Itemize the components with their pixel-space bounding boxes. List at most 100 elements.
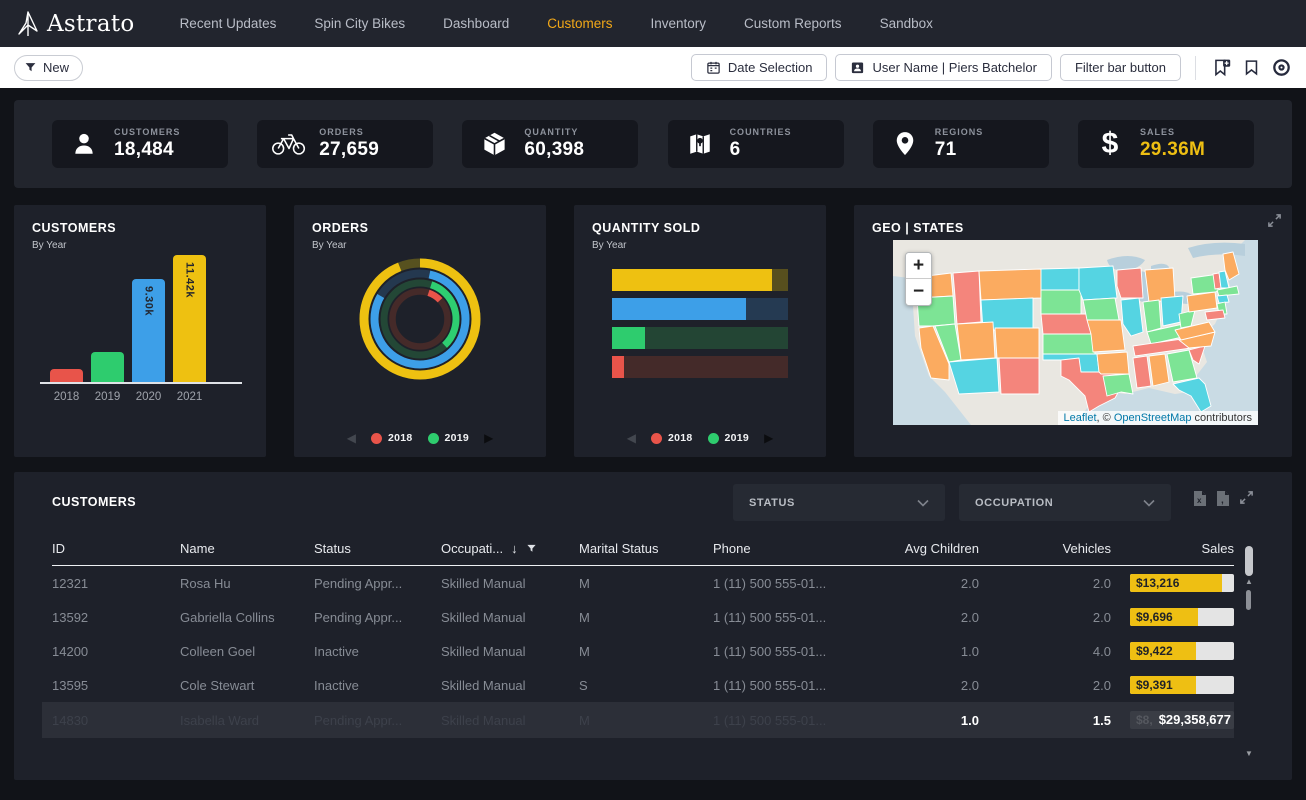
table-row[interactable]: 13595 Cole Stewart Inactive Skilled Manu… [52,668,1234,702]
col-header-avg-children[interactable]: Avg Children [871,541,979,556]
kpi-value: 60,398 [524,139,584,161]
table-row[interactable]: 12321 Rosa Hu Pending Appr... Skilled Ma… [52,566,1234,600]
dollar-icon: $ [1092,129,1128,159]
table-row[interactable]: 13592 Gabriella Collins Pending Appr... … [52,600,1234,634]
package-icon [476,130,512,158]
map-attribution: Leaflet, © OpenStreetMap contributors [1058,411,1259,425]
col-header-phone[interactable]: Phone [713,541,871,556]
filter-bar-label: Filter bar button [1075,60,1166,75]
bookmark-add-icon[interactable] [1210,57,1232,79]
kpi-sales: $ SALES 29.36M [1078,120,1254,168]
col-header-marital-status[interactable]: Marital Status [579,541,713,556]
nav-item-sandbox[interactable]: Sandbox [861,16,952,31]
hbar-2020[interactable] [612,298,788,320]
chart-legend: ◀ 2018 2019 ▶ [294,432,546,444]
kpi-value: 71 [935,139,984,161]
new-filter-button[interactable]: New [14,55,83,81]
x-tick: 2018 [50,391,83,403]
bar-2018[interactable] [50,369,83,382]
col-header-name[interactable]: Name [180,541,314,556]
kpi-value: 6 [730,139,792,161]
svg-text:,: , [1221,495,1224,506]
chart-legend: ◀ 2018 2019 ▶ [574,432,826,444]
expand-icon[interactable] [1239,490,1254,507]
x-axis-labels: 2018 2019 2020 2021 [40,391,242,403]
table-row[interactable]: 14200 Colleen Goel Inactive Skilled Manu… [52,634,1234,668]
bar-2020[interactable]: 9.30k [132,279,165,382]
col-header-sales[interactable]: Sales [1111,541,1234,556]
total-avg-children: 1.0 [871,713,979,728]
legend-item-2019[interactable]: 2019 [708,432,750,444]
kpi-value: 29.36M [1140,139,1205,161]
nav-item-recent-updates[interactable]: Recent Updates [161,16,296,31]
nav-item-customers[interactable]: Customers [528,16,631,31]
col-header-occupation[interactable]: Occupati... ↓ [441,541,579,556]
legend-dot [708,433,719,444]
legend-item-2018[interactable]: 2018 [371,432,413,444]
visibility-eye-icon[interactable] [1270,57,1292,79]
bar-2019[interactable] [91,352,124,382]
legend-item-2019[interactable]: 2019 [428,432,470,444]
export-excel-icon[interactable]: x [1193,490,1207,507]
grid-scrollbar-thumb[interactable] [1246,590,1251,610]
leaflet-map[interactable]: .st { stroke:#ffffff; stroke-width:0.9; … [893,240,1258,425]
date-selection-button[interactable]: Date Selection [691,54,828,81]
chart-title: ORDERS [312,221,528,235]
new-filter-label: New [43,60,69,75]
table-header-row: ID Name Status Occupati... ↓ Marital Sta… [52,541,1234,566]
bookmark-icon[interactable] [1240,57,1262,79]
toolbar-divider [1195,56,1196,80]
kpi-label: COUNTRIES [730,127,792,137]
legend-prev-icon[interactable]: ◀ [627,432,636,444]
nav-item-spin-city-bikes[interactable]: Spin City Bikes [295,16,424,31]
status-filter-dropdown[interactable]: STATUS [733,484,945,521]
scroll-up-icon[interactable]: ▲ [1245,578,1252,586]
kpi-band: CUSTOMERS 18,484 ORDERS 27,659 QUANTITY … [14,100,1292,188]
nav-item-custom-reports[interactable]: Custom Reports [725,16,861,31]
legend-next-icon[interactable]: ▶ [764,432,773,444]
leaflet-link[interactable]: Leaflet [1064,412,1097,424]
hbar-2021[interactable] [612,269,788,291]
column-filter-icon[interactable] [526,543,537,554]
x-tick: 2021 [173,391,206,403]
filter-bar-button[interactable]: Filter bar button [1060,54,1181,81]
bar-2021[interactable]: 11.42k [173,255,206,382]
legend-dot [371,433,382,444]
col-header-status[interactable]: Status [314,541,441,556]
nav-item-inventory[interactable]: Inventory [631,16,725,31]
table-scrollbar-thumb[interactable] [1245,546,1253,576]
user-badge-icon [850,60,865,75]
nav-item-dashboard[interactable]: Dashboard [424,16,528,31]
astrato-logo[interactable]: Astrato [16,11,135,37]
chart-subtitle: By Year [32,240,248,251]
export-csv-icon[interactable]: , [1216,490,1230,507]
col-header-id[interactable]: ID [52,541,180,556]
kpi-value: 18,484 [114,139,180,161]
scroll-down-icon[interactable]: ▼ [1245,750,1252,758]
orders-radial-chart-card: ORDERS By Year ◀ 2018 2019 ▶ [294,205,546,457]
sort-descending-icon[interactable]: ↓ [511,541,518,556]
legend-item-2018[interactable]: 2018 [651,432,693,444]
occupation-filter-dropdown[interactable]: OCCUPATION [959,484,1171,521]
radial-chart [312,255,528,383]
filter-toolbar: New Date Selection User Name | Piers Bat… [0,47,1306,88]
kpi-orders: ORDERS 27,659 [257,120,433,168]
kpi-label: ORDERS [319,127,379,137]
legend-prev-icon[interactable]: ◀ [347,432,356,444]
zoom-out-button[interactable]: − [906,279,931,305]
expand-icon[interactable] [1267,213,1282,228]
kpi-quantity: QUANTITY 60,398 [462,120,638,168]
kpi-label: CUSTOMERS [114,127,180,137]
col-header-vehicles[interactable]: Vehicles [979,541,1111,556]
user-name-button[interactable]: User Name | Piers Batchelor [835,54,1052,81]
grid-scrollbar[interactable]: ▲ ▼ [1245,578,1252,758]
chart-subtitle: By Year [592,240,808,251]
chart-title: QUANTITY SOLD [592,221,808,235]
filter-funnel-icon [24,61,37,74]
hbar-2018[interactable] [612,356,788,378]
legend-next-icon[interactable]: ▶ [484,432,493,444]
pin-icon [887,129,923,159]
hbar-2019[interactable] [612,327,788,349]
zoom-in-button[interactable]: + [906,253,931,279]
openstreetmap-link[interactable]: OpenStreetMap [1114,412,1192,424]
